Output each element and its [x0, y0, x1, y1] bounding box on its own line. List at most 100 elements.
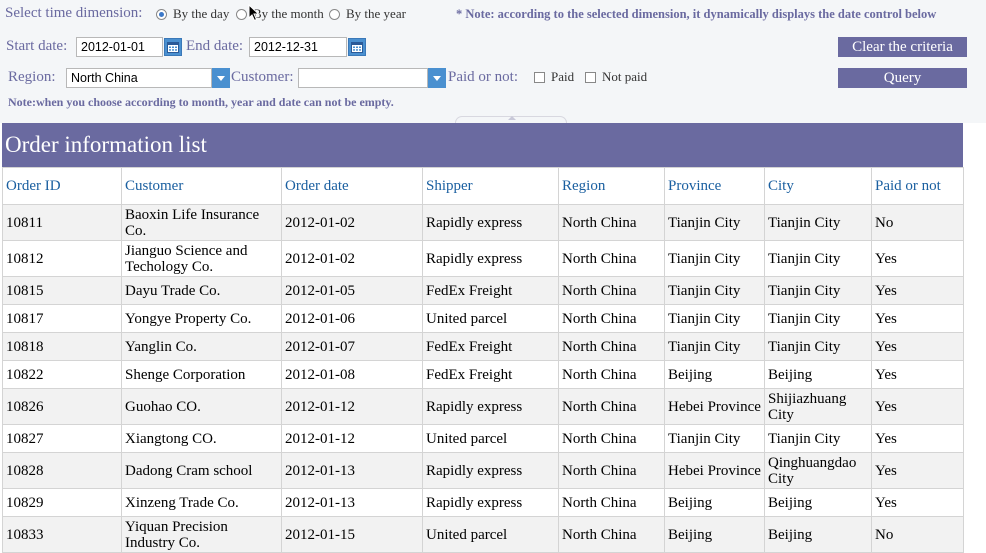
checkbox[interactable] [534, 71, 545, 83]
shipper-cell: Rapidly express [422, 388, 559, 425]
table-row[interactable]: 10818 Yanglin Co. 2012-01-07 FedEx Freight N… [2, 332, 964, 361]
not-paid-checkbox[interactable]: Not paid [585, 69, 647, 85]
shipper-cell: United parcel [422, 424, 559, 453]
province-cell: Tianjin City [664, 424, 765, 453]
table-row[interactable]: 10811 Baoxin Life Insurance Co. 2012-01-02… [2, 204, 964, 241]
checkbox[interactable] [585, 71, 596, 83]
customer-cell: Xiangtong CO. [121, 424, 282, 453]
order-date-cell: 2012-01-06 [281, 304, 423, 333]
paid-cell: No [871, 204, 964, 241]
clear-criteria-button[interactable]: Clear the criteria [838, 37, 967, 57]
province-cell: Tianjin City [664, 276, 765, 305]
table-row[interactable]: 10829 Xinzeng Trade Co. 2012-01-13 Rapidly … [2, 488, 964, 517]
province-cell: Beijing [664, 516, 765, 553]
order-date-cell: 2012-01-07 [281, 332, 423, 361]
order-id-cell: 10829 [2, 488, 122, 517]
region-select[interactable]: North China [66, 68, 212, 88]
paid-cell: Yes [871, 240, 964, 277]
city-cell: Beijing [764, 360, 872, 389]
table-row[interactable]: 10833 Yiquan Precision Industry Co. 2012-0… [2, 516, 964, 553]
paid-cell: Yes [871, 388, 964, 425]
radio-button[interactable] [236, 8, 247, 20]
column-header-customer[interactable]: Customer [121, 167, 282, 205]
start-date-label: Start date: [6, 38, 68, 54]
customer-select[interactable] [298, 68, 428, 88]
city-cell: Beijing [764, 488, 872, 517]
chevron-down-icon[interactable] [428, 68, 446, 88]
column-header-order-date[interactable]: Order date [281, 167, 423, 205]
calendar-icon[interactable] [164, 38, 182, 56]
table-row[interactable]: 10812 Jianguo Science and Techology Co. 20… [2, 240, 964, 277]
province-cell: Tianjin City [664, 240, 765, 277]
city-cell: Beijing [764, 516, 872, 553]
time-dimension-label: Select time dimension: [5, 5, 143, 21]
province-cell: Tianjin City [664, 332, 765, 361]
column-header-order-id[interactable]: Order ID [2, 167, 122, 205]
table-row[interactable]: 10828 Dadong Cram school 2012-01-13 Rapidly… [2, 452, 964, 489]
end-date-label: End date: [186, 38, 244, 54]
paid-cell: Yes [871, 304, 964, 333]
region-cell: North China [558, 516, 665, 553]
order-table: Order ID Customer Order date Shipper Reg… [2, 167, 964, 553]
order-id-cell: 10812 [2, 240, 122, 277]
table-row[interactable]: 10827 Xiangtong CO. 2012-01-12 United parce… [2, 424, 964, 453]
end-date-input[interactable]: 2012-12-31 [249, 37, 347, 57]
paid-or-not-label: Paid or not: [448, 69, 518, 85]
query-button[interactable]: Query [838, 68, 967, 88]
order-id-cell: 10826 [2, 388, 122, 425]
radio-button-selected[interactable] [156, 8, 167, 20]
region-cell: North China [558, 276, 665, 305]
shipper-cell: FedEx Freight [422, 276, 559, 305]
paid-cell: Yes [871, 360, 964, 389]
customer-cell: Guohao CO. [121, 388, 282, 425]
table-row[interactable]: 10822 Shenge Corporation 2012-01-08 FedEx F… [2, 360, 964, 389]
shipper-cell: FedEx Freight [422, 332, 559, 361]
city-cell: Tianjin City [764, 240, 872, 277]
shipper-cell: Rapidly express [422, 240, 559, 277]
province-cell: Beijing [664, 488, 765, 517]
table-row[interactable]: 10815 Dayu Trade Co. 2012-01-05 FedEx Freig… [2, 276, 964, 305]
paid-cell: Yes [871, 276, 964, 305]
filter-panel: Select time dimension: By the day By the… [0, 0, 986, 123]
paid-cell: Yes [871, 452, 964, 489]
region-cell: North China [558, 388, 665, 425]
paid-checkbox[interactable]: Paid [534, 69, 574, 85]
calendar-icon[interactable] [348, 38, 366, 56]
city-cell: Tianjin City [764, 204, 872, 241]
column-header-city[interactable]: City [764, 167, 872, 205]
radio-button[interactable] [329, 8, 340, 20]
column-header-shipper[interactable]: Shipper [422, 167, 559, 205]
start-date-input[interactable]: 2012-01-01 [76, 37, 163, 57]
column-header-region[interactable]: Region [558, 167, 665, 205]
table-row[interactable]: 10826 Guohao CO. 2012-01-12 Rapidly express… [2, 388, 964, 425]
shipper-cell: United parcel [422, 516, 559, 553]
shipper-cell: Rapidly express [422, 204, 559, 241]
region-cell: North China [558, 424, 665, 453]
shipper-cell: FedEx Freight [422, 360, 559, 389]
order-date-cell: 2012-01-08 [281, 360, 423, 389]
customer-label: Customer: [231, 69, 294, 85]
province-cell: Tianjin City [664, 204, 765, 241]
paid-cell: Yes [871, 424, 964, 453]
mouse-pointer-icon [248, 3, 260, 27]
customer-cell: Baoxin Life Insurance Co. [121, 204, 282, 241]
table-header-row: Order ID Customer Order date Shipper Reg… [2, 167, 964, 205]
radio-by-day[interactable]: By the day [156, 6, 229, 22]
city-cell: Tianjin City [764, 304, 872, 333]
order-date-cell: 2012-01-13 [281, 488, 423, 517]
city-cell: Tianjin City [764, 332, 872, 361]
paid-cell: Yes [871, 332, 964, 361]
customer-cell: Dadong Cram school [121, 452, 282, 489]
chevron-down-icon[interactable] [212, 68, 230, 88]
region-cell: North China [558, 332, 665, 361]
order-date-cell: 2012-01-05 [281, 276, 423, 305]
order-date-cell: 2012-01-12 [281, 388, 423, 425]
collapse-handle[interactable] [455, 116, 567, 123]
column-header-paid[interactable]: Paid or not [871, 167, 964, 205]
not-paid-option-label: Not paid [602, 69, 648, 84]
table-row[interactable]: 10817 Yongye Property Co. 2012-01-06 United… [2, 304, 964, 333]
radio-by-year[interactable]: By the year [329, 6, 406, 22]
customer-cell: Shenge Corporation [121, 360, 282, 389]
radio-label-day: By the day [173, 6, 230, 21]
column-header-province[interactable]: Province [664, 167, 765, 205]
